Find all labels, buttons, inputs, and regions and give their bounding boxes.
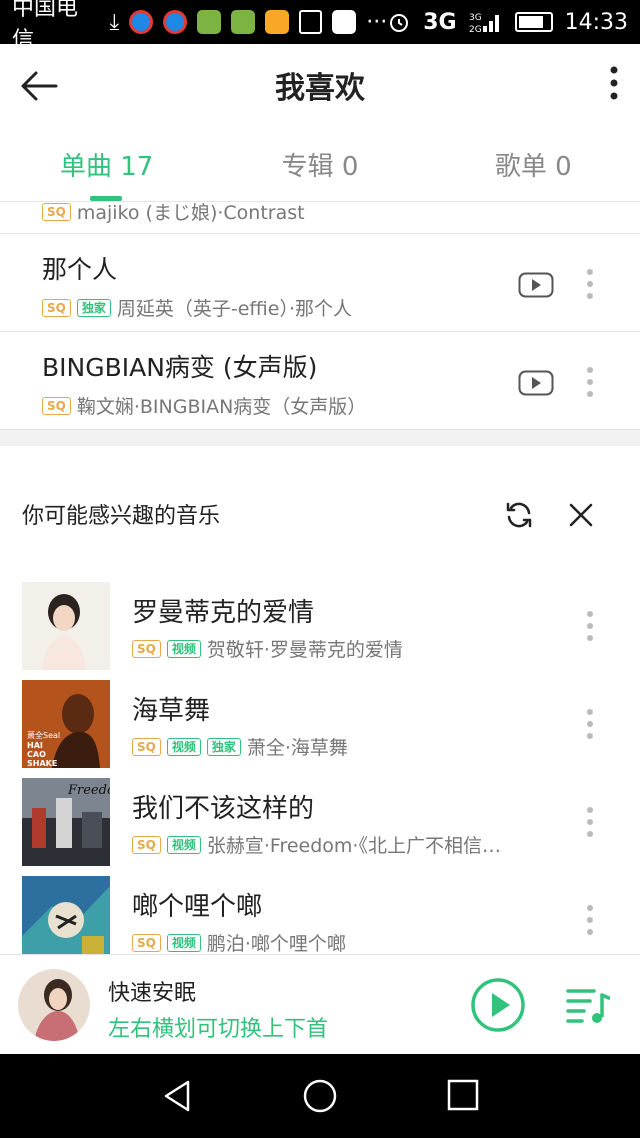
song-title: 啷个哩个啷 [132,892,263,922]
album-cover [22,876,110,954]
section-divider [0,430,640,446]
exclusive-badge: 独家 [206,737,241,756]
mini-player[interactable]: 快速安眠 左右横划可切换上下首 [0,954,640,1054]
list-item[interactable]: 萧全Seal HAI CAO SHAKE 海草舞 SQ 视频 独家 萧全·海草舞 [0,678,640,776]
more-vertical-icon[interactable] [586,366,594,398]
more-vertical-icon[interactable] [586,268,594,300]
svg-text:萧全Seal: 萧全Seal [27,730,60,740]
app-notification-icon [332,10,357,34]
more-vertical-icon[interactable] [586,610,594,642]
svg-text:HAI: HAI [27,741,43,750]
sq-badge: SQ [42,202,71,221]
song-title: 海草舞 [132,696,211,726]
status-bar: 中国电信 ⤓ ··· 3G 3G 2G 14:33 [0,0,640,53]
app-notification-icon [129,10,154,34]
more-vertical-icon[interactable] [586,708,594,740]
liked-songs-list: SQ majiko (まじ娘)·Contrast 那个人 SQ 独家 周延英（英… [0,202,640,430]
app-notification-icon [264,10,289,34]
video-badge: 视频 [166,639,201,658]
tab-playlists-label: 歌单 0 [494,152,572,182]
list-item[interactable]: 那个人 SQ 独家 周延英（英子-effie）·那个人 [0,234,640,332]
exclusive-badge: 独家 [76,298,111,317]
album-cover [22,582,110,670]
sq-badge: SQ [42,396,71,415]
song-subtitle: 鞠文娴·BINGBIAN病变（女声版） [76,396,367,418]
song-subtitle: 鹏泊·啷个哩个啷 [206,933,346,954]
svg-text:2G: 2G [469,25,482,34]
network-type-label: 3G [423,9,457,35]
nav-back-icon[interactable] [160,1078,196,1114]
download-icon: ⤓ [109,9,120,35]
clock-time: 14:33 [564,9,628,35]
video-badge: 视频 [166,933,201,952]
svg-text:CAO: CAO [27,750,46,759]
list-item[interactable]: SQ majiko (まじ娘)·Contrast [0,202,640,234]
recommendation-header: 你可能感兴趣的音乐 [0,446,640,566]
nav-home-icon[interactable] [302,1078,338,1114]
app-notification-icon [196,10,221,34]
list-item[interactable]: BINGBIAN病变 (女声版) SQ 鞠文娴·BINGBIAN病变（女声版） [0,332,640,430]
tab-bar: 单曲 17 专辑 0 歌单 0 [0,126,640,202]
list-item[interactable]: 啷个哩个啷 SQ 视频 鹏泊·啷个哩个啷 [0,874,640,954]
song-title: 罗曼蒂克的爱情 [132,598,315,628]
song-subtitle: 萧全·海草舞 [246,737,348,759]
more-vertical-icon[interactable] [586,904,594,936]
recommendation-list: 罗曼蒂克的爱情 SQ 视频 贺敬轩·罗曼蒂克的爱情 萧全Seal HAI CAO… [0,580,640,954]
song-subtitle: majiko (まじ娘)·Contrast [76,202,305,224]
refresh-icon[interactable] [504,500,534,530]
song-subtitle: 贺敬轩·罗曼蒂克的爱情 [206,639,403,661]
close-icon[interactable] [568,502,594,528]
back-arrow-icon[interactable] [18,64,62,108]
image-icon [298,10,323,34]
alarm-icon [390,14,409,32]
system-nav-bar [0,1054,640,1138]
album-cover: 萧全Seal HAI CAO SHAKE [22,680,110,768]
more-vertical-icon[interactable] [586,806,594,838]
swipe-hint: 左右横划可切换上下首 [108,1017,329,1042]
sq-badge: SQ [132,835,161,854]
song-subtitle: 周延英（英子-effie）·那个人 [116,298,353,320]
app-notification-icon [230,10,255,34]
app-notification-icon [163,10,187,34]
svg-text:SHAKE: SHAKE [27,759,57,768]
song-title: 我们不该这样的 [132,794,315,824]
svg-text:Freedom: Freedom [67,783,110,798]
playlist-icon[interactable] [566,985,610,1025]
now-playing-cover[interactable] [18,969,90,1041]
sq-badge: SQ [132,639,161,658]
mv-play-icon[interactable] [518,370,554,396]
now-playing-title: 快速安眠 [108,981,197,1006]
svg-text:3G: 3G [469,13,482,23]
tab-playlists[interactable]: 歌单 0 [427,126,640,201]
mv-play-icon[interactable] [518,272,554,298]
tab-active-indicator [90,196,122,201]
tab-songs[interactable]: 单曲 17 [0,126,213,201]
song-subtitle: 张赫宣·Freedom·《北上广不相信… [206,835,501,857]
recommendation-title: 你可能感兴趣的音乐 [22,504,221,529]
app-header: 我喜欢 [0,44,640,126]
nav-recent-apps-icon[interactable] [446,1078,480,1112]
play-icon[interactable] [470,977,526,1033]
sq-badge: SQ [42,298,71,317]
page-title: 我喜欢 [275,71,365,106]
more-notifications-icon: ··· [366,9,388,35]
sq-badge: SQ [132,933,161,952]
video-badge: 视频 [166,835,201,854]
album-cover: Freedom [22,778,127,866]
signal-icon: 3G2G [469,13,499,34]
tab-albums-label: 专辑 0 [281,152,359,182]
list-item[interactable]: 罗曼蒂克的爱情 SQ 视频 贺敬轩·罗曼蒂克的爱情 [0,580,640,678]
list-item[interactable]: Freedom 我们不该这样的 SQ 视频 张赫宣·Freedom·《北上广不相… [0,776,640,874]
tab-songs-label: 单曲 17 [59,152,154,182]
sq-badge: SQ [132,737,161,756]
battery-icon [514,12,553,32]
video-badge: 视频 [166,737,201,756]
tab-albums[interactable]: 专辑 0 [213,126,426,201]
more-vertical-icon[interactable] [610,66,618,100]
